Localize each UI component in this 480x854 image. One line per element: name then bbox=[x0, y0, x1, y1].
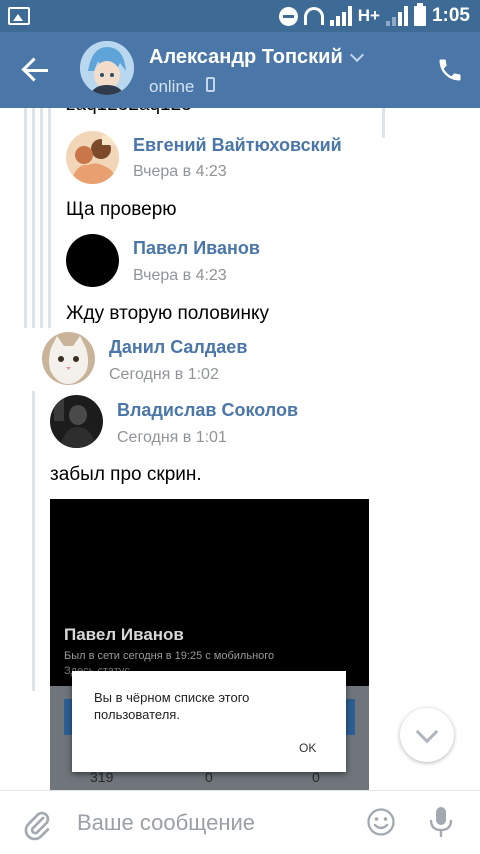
paperclip-icon[interactable] bbox=[22, 807, 52, 846]
message-input[interactable]: Ваше сообщение bbox=[77, 810, 255, 836]
phone-icon[interactable] bbox=[436, 56, 464, 84]
message-feed[interactable]: zaq1232aq123 Евгений Вайтюховский Вчера … bbox=[0, 108, 480, 790]
message-text: Жду вторую половинку bbox=[66, 303, 270, 324]
image-dialog-ok: OK bbox=[299, 741, 317, 755]
sender-name[interactable]: Владислав Соколов bbox=[117, 400, 298, 421]
mobile-icon bbox=[206, 77, 215, 92]
thread-line bbox=[24, 108, 27, 328]
clock: 1:05 bbox=[431, 5, 470, 26]
image-button-edge bbox=[346, 699, 355, 735]
sender-name[interactable]: Евгений Вайтюховский bbox=[133, 135, 342, 156]
chevron-down-icon[interactable] bbox=[349, 47, 365, 63]
bubble-edge bbox=[382, 108, 385, 138]
avatar[interactable] bbox=[50, 395, 103, 448]
chat-title[interactable]: Александр Топский bbox=[149, 46, 343, 69]
image-dialog: Вы в чёрном списке этого пользователя. O… bbox=[72, 671, 346, 772]
microphone-icon[interactable] bbox=[428, 805, 454, 844]
image-last-seen: Был в сети сегодня в 19:25 с мобильного bbox=[64, 650, 275, 662]
message-text: zaq1232aq123 bbox=[66, 108, 192, 116]
avatar[interactable] bbox=[66, 234, 119, 287]
back-arrow-icon[interactable] bbox=[22, 56, 50, 84]
avatar[interactable] bbox=[66, 131, 119, 184]
headset-icon bbox=[303, 7, 324, 25]
signal-icon-2 bbox=[385, 6, 408, 26]
thread-line bbox=[32, 108, 35, 328]
avatar[interactable] bbox=[42, 332, 95, 385]
chat-header: Александр Топский online bbox=[0, 32, 480, 108]
image-button-edge bbox=[64, 699, 72, 735]
thread-line bbox=[32, 391, 35, 691]
message-text: забыл про скрин. bbox=[50, 464, 202, 485]
message-text: Ща проверю bbox=[66, 199, 177, 220]
emoji-icon[interactable] bbox=[366, 807, 396, 842]
status-bar: H+ 1:05 bbox=[0, 0, 480, 32]
gallery-notification-icon bbox=[8, 7, 30, 25]
sender-name[interactable]: Данил Салдаев bbox=[109, 337, 247, 358]
battery-icon bbox=[413, 3, 426, 26]
image-dialog-text: Вы в чёрном списке этого пользователя. bbox=[94, 690, 250, 722]
do-not-disturb-icon bbox=[278, 6, 298, 26]
thread-line bbox=[48, 108, 51, 328]
thread-line bbox=[40, 108, 43, 328]
message-composer: Ваше сообщение bbox=[0, 790, 480, 854]
scroll-down-button[interactable] bbox=[400, 708, 454, 762]
sender-name[interactable]: Павел Иванов bbox=[133, 238, 260, 259]
message-time: Сегодня в 1:02 bbox=[109, 366, 219, 383]
signal-icon bbox=[329, 6, 352, 26]
attached-image[interactable]: Павел Иванов Был в сети сегодня в 19:25 … bbox=[50, 499, 369, 790]
message-time: Сегодня в 1:01 bbox=[117, 429, 227, 446]
avatar[interactable] bbox=[80, 41, 134, 95]
network-type: H+ bbox=[357, 6, 380, 25]
online-status: online bbox=[149, 77, 195, 96]
message-time: Вчера в 4:23 bbox=[133, 163, 227, 180]
image-profile-name: Павел Иванов bbox=[64, 625, 184, 644]
message-time: Вчера в 4:23 bbox=[133, 267, 227, 284]
